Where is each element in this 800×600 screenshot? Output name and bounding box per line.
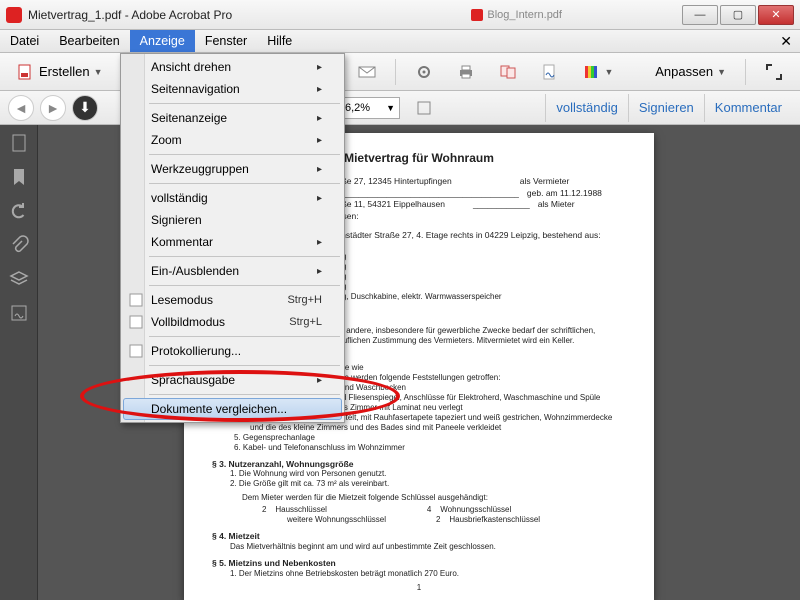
combine-button[interactable] <box>490 58 526 86</box>
create-pdf-icon <box>17 63 35 81</box>
printer-icon <box>457 63 475 81</box>
link-signieren[interactable]: Signieren <box>628 94 704 122</box>
menu-item[interactable]: Kommentar ▸ <box>123 231 342 253</box>
page-number: 1 <box>212 583 626 593</box>
menu-item[interactable]: Seitennavigation ▸ <box>123 78 342 100</box>
menu-item-label: Zoom <box>151 133 182 147</box>
pdf-icon <box>471 9 483 21</box>
submenu-arrow-icon: ▸ <box>317 84 322 95</box>
menu-item-label: Dokumente vergleichen... <box>151 402 287 416</box>
attachments-icon[interactable] <box>9 235 29 255</box>
menubar: Datei Bearbeiten Anzeige Fenster Hilfe ✕ <box>0 30 800 53</box>
layers-icon[interactable] <box>9 269 29 289</box>
create-button[interactable]: Erstellen▼ <box>8 58 112 86</box>
customize-button[interactable]: Anpassen▼ <box>646 58 735 86</box>
combine-icon <box>499 63 517 81</box>
menu-item-label: Seitenanzeige <box>151 111 227 125</box>
menu-item-icon <box>129 315 143 329</box>
window-title: Mietvertrag_1.pdf - Adobe Acrobat Pro <box>28 8 232 22</box>
nav-prev-button[interactable]: ◄ <box>8 95 34 121</box>
window-controls: — ▢ ✕ <box>682 5 794 25</box>
menu-fenster[interactable]: Fenster <box>195 30 257 52</box>
menu-item[interactable]: vollständig ▸ <box>123 187 342 209</box>
bookmarks-icon[interactable] <box>9 167 29 187</box>
menu-anzeige-dropdown: Ansicht drehen▸Seitennavigation▸Seitenan… <box>120 53 345 423</box>
nav-next-button[interactable]: ► <box>40 95 66 121</box>
submenu-arrow-icon: ▸ <box>317 193 322 204</box>
thumbnails-icon[interactable] <box>9 133 29 153</box>
sign-icon <box>541 63 559 81</box>
menu-item[interactable]: Werkzeuggruppen ▸ <box>123 158 342 180</box>
submenu-arrow-icon: ▸ <box>317 375 322 386</box>
menu-item-label: Werkzeuggruppen <box>151 162 249 176</box>
zoom-value[interactable]: 6,2%▼ <box>340 97 400 119</box>
menu-item[interactable]: Signieren <box>123 209 342 231</box>
background-tab[interactable]: Blog_Intern.pdf <box>471 9 562 21</box>
menu-hilfe[interactable]: Hilfe <box>257 30 302 52</box>
zoom-fit-button[interactable] <box>406 94 442 122</box>
app-logo-icon <box>6 7 22 23</box>
envelope-icon <box>358 63 376 81</box>
maximize-button[interactable]: ▢ <box>720 5 756 25</box>
submenu-arrow-icon: ▸ <box>317 266 322 277</box>
color-button[interactable]: ▼ <box>574 58 623 86</box>
submenu-arrow-icon: ▸ <box>317 164 322 175</box>
link-kommentar[interactable]: Kommentar <box>704 94 792 122</box>
link-vollstaendig[interactable]: vollständig <box>545 94 627 122</box>
settings-button[interactable] <box>406 58 442 86</box>
menu-item[interactable]: Ansicht drehen ▸ <box>123 56 342 78</box>
nav-down-button[interactable]: ⬇ <box>72 95 98 121</box>
gear-icon <box>415 63 433 81</box>
menu-item-icon <box>129 344 143 358</box>
submenu-arrow-icon: ▸ <box>317 237 322 248</box>
menu-anzeige[interactable]: Anzeige <box>130 30 195 52</box>
menu-item[interactable]: Lesemodus Strg+H <box>123 289 342 311</box>
menu-item[interactable]: Dokumente vergleichen... <box>123 398 342 420</box>
menu-item[interactable]: Seitenanzeige ▸ <box>123 107 342 129</box>
fullscreen-button[interactable] <box>756 58 792 86</box>
menu-item-label: Seitennavigation <box>151 82 240 96</box>
submenu-arrow-icon: ▸ <box>317 113 322 124</box>
menu-item-label: Ansicht drehen <box>151 60 231 74</box>
print-button[interactable] <box>448 58 484 86</box>
menu-item[interactable]: Ein-/Ausblenden ▸ <box>123 260 342 282</box>
menu-item-label: Sprachausgabe <box>151 373 235 387</box>
fit-icon <box>415 99 433 117</box>
menu-item-label: Signieren <box>151 213 202 227</box>
menu-item[interactable]: Zoom ▸ <box>123 129 342 151</box>
menu-item[interactable]: Sprachausgabe ▸ <box>123 369 342 391</box>
menu-item[interactable]: Vollbildmodus Strg+L <box>123 311 342 333</box>
menu-item-label: Kommentar <box>151 235 213 249</box>
expand-icon <box>765 63 783 81</box>
rainbow-icon <box>583 63 601 81</box>
sign-button[interactable] <box>532 58 568 86</box>
menu-datei[interactable]: Datei <box>0 30 49 52</box>
titlebar: Mietvertrag_1.pdf - Adobe Acrobat Pro Bl… <box>0 0 800 30</box>
menu-item-label: Ein-/Ausblenden <box>151 264 239 278</box>
signatures-panel-icon[interactable] <box>9 303 29 323</box>
submenu-arrow-icon: ▸ <box>317 62 322 73</box>
menu-item-label: Vollbildmodus <box>151 315 225 329</box>
menu-shortcut: Strg+H <box>287 294 322 306</box>
document-close-button[interactable]: ✕ <box>772 30 800 52</box>
right-panel-toggles: vollständig Signieren Kommentar <box>545 94 792 122</box>
menu-item[interactable]: Protokollierung... <box>123 340 342 362</box>
close-button[interactable]: ✕ <box>758 5 794 25</box>
menu-bearbeiten[interactable]: Bearbeiten <box>49 30 129 52</box>
undo-icon[interactable] <box>9 201 29 221</box>
menu-item-label: Lesemodus <box>151 293 213 307</box>
menu-shortcut: Strg+L <box>289 316 322 328</box>
background-tab-label: Blog_Intern.pdf <box>487 9 562 21</box>
minimize-button[interactable]: — <box>682 5 718 25</box>
submenu-arrow-icon: ▸ <box>317 135 322 146</box>
menu-item-label: Protokollierung... <box>151 344 241 358</box>
menu-item-label: vollständig <box>151 191 208 205</box>
customize-label: Anpassen <box>655 64 713 79</box>
sidebar <box>0 125 38 600</box>
create-button-label: Erstellen <box>39 64 90 79</box>
menu-item-icon <box>129 293 143 307</box>
mail-button[interactable] <box>349 58 385 86</box>
